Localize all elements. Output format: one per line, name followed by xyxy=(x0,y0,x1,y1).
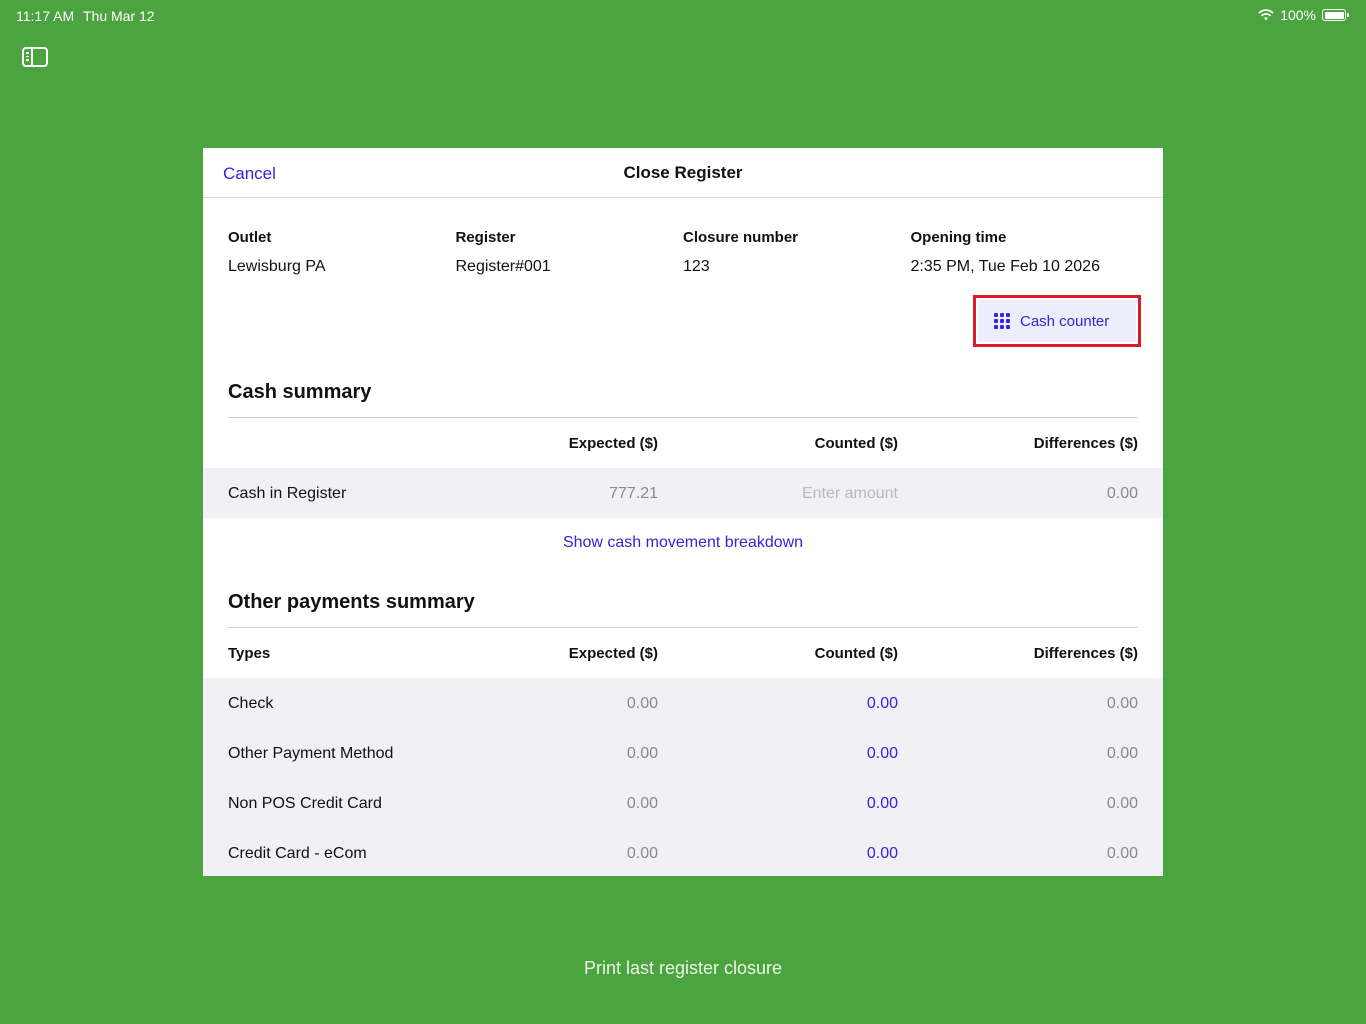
status-bar: 11:17 AM Thu Mar 12 100% xyxy=(0,0,1366,32)
cash-in-register-row: Cash in Register 777.21 Enter amount 0.0… xyxy=(203,468,1163,518)
cash-expected-value: 777.21 xyxy=(609,485,658,502)
register-info: Outlet Lewisburg PA Register Register#00… xyxy=(228,229,1138,276)
cash-counter-button[interactable]: Cash counter xyxy=(973,295,1141,347)
cash-summary-title: Cash summary xyxy=(228,381,372,403)
payment-difference-value: 0.00 xyxy=(1106,695,1138,712)
payment-expected-value: 0.00 xyxy=(626,795,658,812)
status-date: Thu Mar 12 xyxy=(83,8,155,24)
closure-label: Closure number xyxy=(683,229,799,246)
other-payments-title: Other payments summary xyxy=(228,591,475,613)
payment-counted-input[interactable]: 0.00 xyxy=(867,795,898,813)
cash-counter-inner[interactable]: Cash counter xyxy=(978,300,1136,342)
opening-value: 2:35 PM, Tue Feb 10 2026 xyxy=(910,258,1100,275)
cash-counter-label: Cash counter xyxy=(1020,312,1110,330)
cash-movement-breakdown-link[interactable]: Show cash movement breakdown xyxy=(203,534,1163,552)
print-last-closure-button[interactable]: Print last register closure xyxy=(0,958,1366,979)
table-row: Credit Card - eCom 0.00 0.00 0.00 xyxy=(203,828,1163,876)
payment-type-label: Credit Card - eCom xyxy=(228,845,367,862)
payment-expected-value: 0.00 xyxy=(626,695,658,712)
opening-label: Opening time xyxy=(910,229,1007,246)
opening-info: Opening time 2:35 PM, Tue Feb 10 2026 xyxy=(911,229,1139,276)
register-info-col: Register Register#001 xyxy=(456,229,684,276)
status-indicators: 100% xyxy=(1258,7,1349,23)
outlet-value: Lewisburg PA xyxy=(228,258,326,275)
cash-counted-input[interactable]: Enter amount xyxy=(802,485,898,503)
wifi-icon xyxy=(1258,9,1274,21)
register-value: Register#001 xyxy=(455,258,551,275)
outlet-label: Outlet xyxy=(228,229,272,246)
cash-expected-header: Expected ($) xyxy=(568,435,658,452)
payment-counted-input[interactable]: 0.00 xyxy=(867,745,898,763)
grid-icon xyxy=(994,313,1010,329)
payment-type-label: Check xyxy=(228,695,274,712)
cash-differences-header: Differences ($) xyxy=(1033,435,1138,452)
cash-in-register-label: Cash in Register xyxy=(228,485,347,502)
payment-expected-value: 0.00 xyxy=(626,845,658,862)
payment-expected-value: 0.00 xyxy=(626,745,658,762)
payment-difference-value: 0.00 xyxy=(1106,795,1138,812)
table-row: Check 0.00 0.00 0.00 xyxy=(203,678,1163,728)
closure-info: Closure number 123 xyxy=(683,229,911,276)
payment-difference-value: 0.00 xyxy=(1106,745,1138,762)
other-payments-header: Types Expected ($) Counted ($) Differenc… xyxy=(228,628,1138,678)
modal-header: Cancel Close Register xyxy=(203,148,1163,198)
payment-difference-value: 0.00 xyxy=(1106,845,1138,862)
cash-difference-value: 0.00 xyxy=(1106,485,1138,502)
register-label: Register xyxy=(455,229,516,246)
outlet-info: Outlet Lewisburg PA xyxy=(228,229,456,276)
table-row: Other Payment Method 0.00 0.00 0.00 xyxy=(203,728,1163,778)
payments-differences-header: Differences ($) xyxy=(1033,645,1138,662)
payment-type-label: Other Payment Method xyxy=(228,745,394,762)
payment-counted-input[interactable]: 0.00 xyxy=(867,695,898,713)
payment-type-label: Non POS Credit Card xyxy=(228,795,382,812)
closure-value: 123 xyxy=(683,258,710,275)
modal-title: Close Register xyxy=(623,163,743,182)
payments-expected-header: Expected ($) xyxy=(568,645,658,662)
cash-summary-header: Expected ($) Counted ($) Differences ($) xyxy=(228,418,1138,468)
cash-counted-header: Counted ($) xyxy=(814,435,898,452)
battery-percent: 100% xyxy=(1280,7,1316,23)
status-time: 11:17 AM xyxy=(16,8,75,24)
battery-icon xyxy=(1322,9,1349,21)
table-row: Non POS Credit Card 0.00 0.00 0.00 xyxy=(203,778,1163,828)
sidebar-toggle-icon[interactable] xyxy=(22,47,48,67)
payments-counted-header: Counted ($) xyxy=(814,645,898,662)
close-register-modal: Cancel Close Register Outlet Lewisburg P… xyxy=(203,148,1163,876)
types-header: Types xyxy=(228,645,271,662)
payment-counted-input[interactable]: 0.00 xyxy=(867,845,898,863)
